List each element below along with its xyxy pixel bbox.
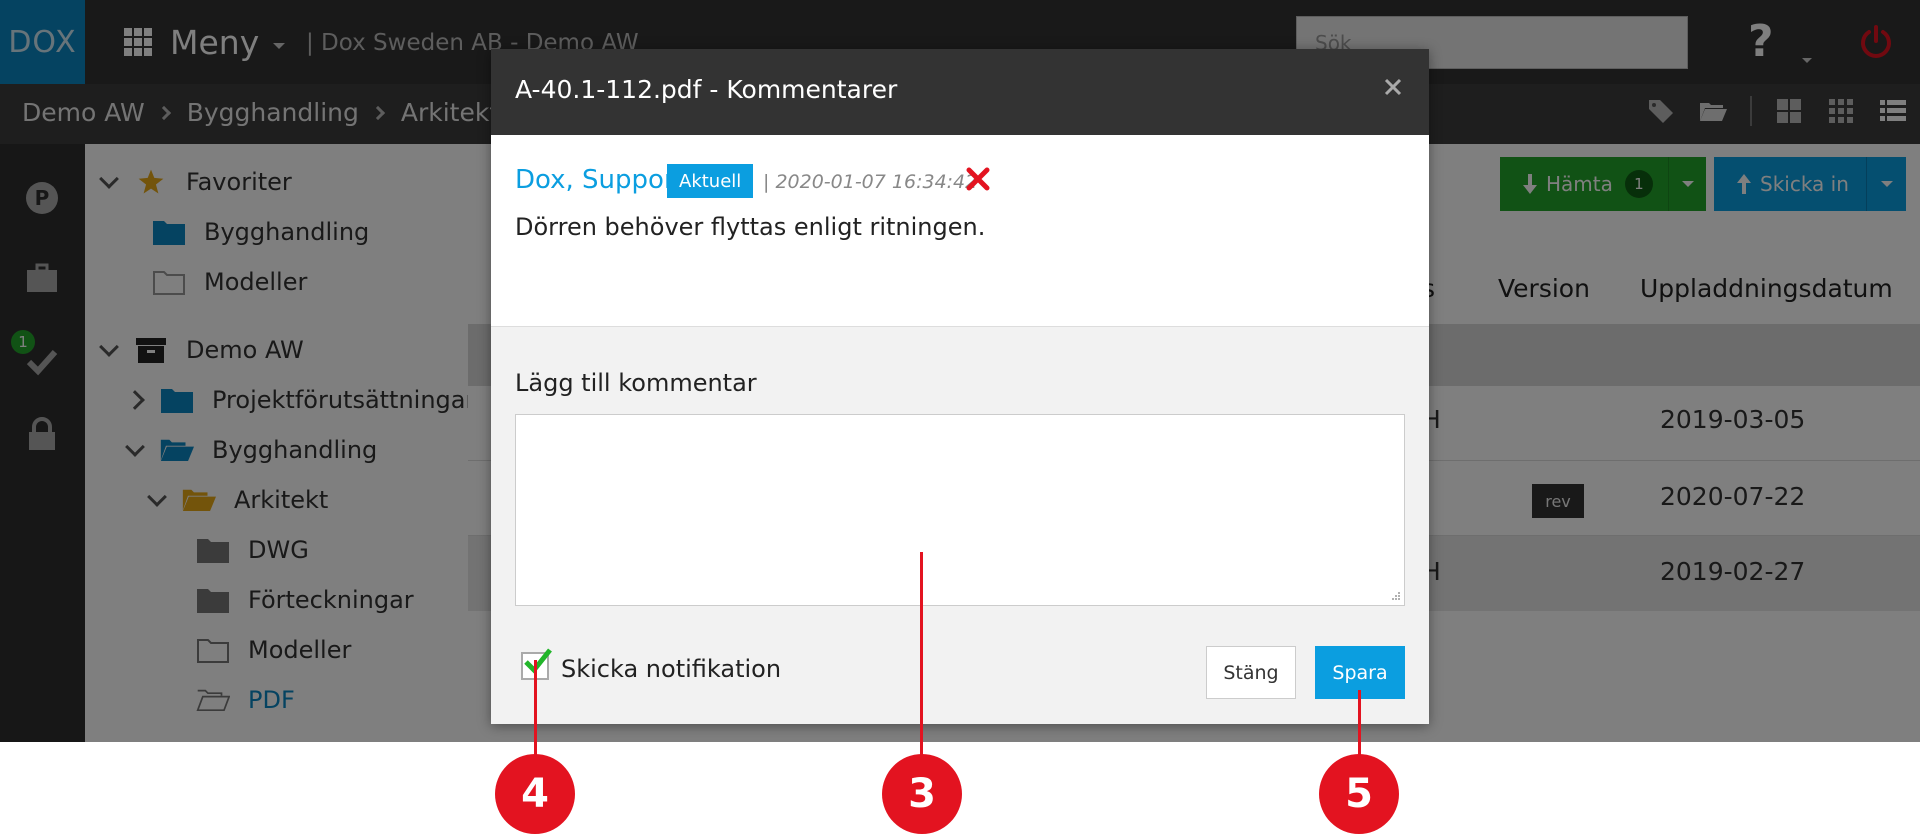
comments-modal: A-40.1-112.pdf - Kommentarer Dox, Suppor… [491, 49, 1429, 724]
status-badge: Aktuell [667, 164, 754, 198]
modal-title: A-40.1-112.pdf - Kommentarer [515, 75, 898, 104]
comment-list: Dox, Support Aktuell | 2020-01-07 16:34:… [491, 135, 1429, 327]
checkmark-icon [524, 648, 552, 674]
callout-pointer-line [920, 552, 923, 758]
callout-marker: 4 [495, 754, 575, 834]
callout-marker: 5 [1319, 754, 1399, 834]
app-background: DOX Meny | Dox Sweden AB - Demo AW Sök ?… [0, 0, 1920, 742]
callout-pointer-line [534, 660, 537, 758]
close-button[interactable]: Stäng [1206, 646, 1296, 699]
delete-comment-icon[interactable] [965, 166, 991, 192]
comment-textarea[interactable] [515, 414, 1405, 606]
close-icon[interactable] [1379, 73, 1407, 101]
modal-header: A-40.1-112.pdf - Kommentarer [491, 49, 1429, 135]
comment-timestamp: | 2020-01-07 16:34:42 [763, 171, 978, 193]
callout-marker: 3 [882, 754, 962, 834]
comment-text: Dörren behöver flyttas enligt ritningen. [515, 213, 986, 241]
callout-pointer-line [1358, 690, 1361, 758]
notify-label[interactable]: Skicka notifikation [561, 655, 781, 683]
resize-grip-icon[interactable] [1391, 591, 1401, 601]
comment-author: Dox, Support [515, 165, 685, 195]
add-comment-label: Lägg till kommentar [515, 369, 757, 397]
